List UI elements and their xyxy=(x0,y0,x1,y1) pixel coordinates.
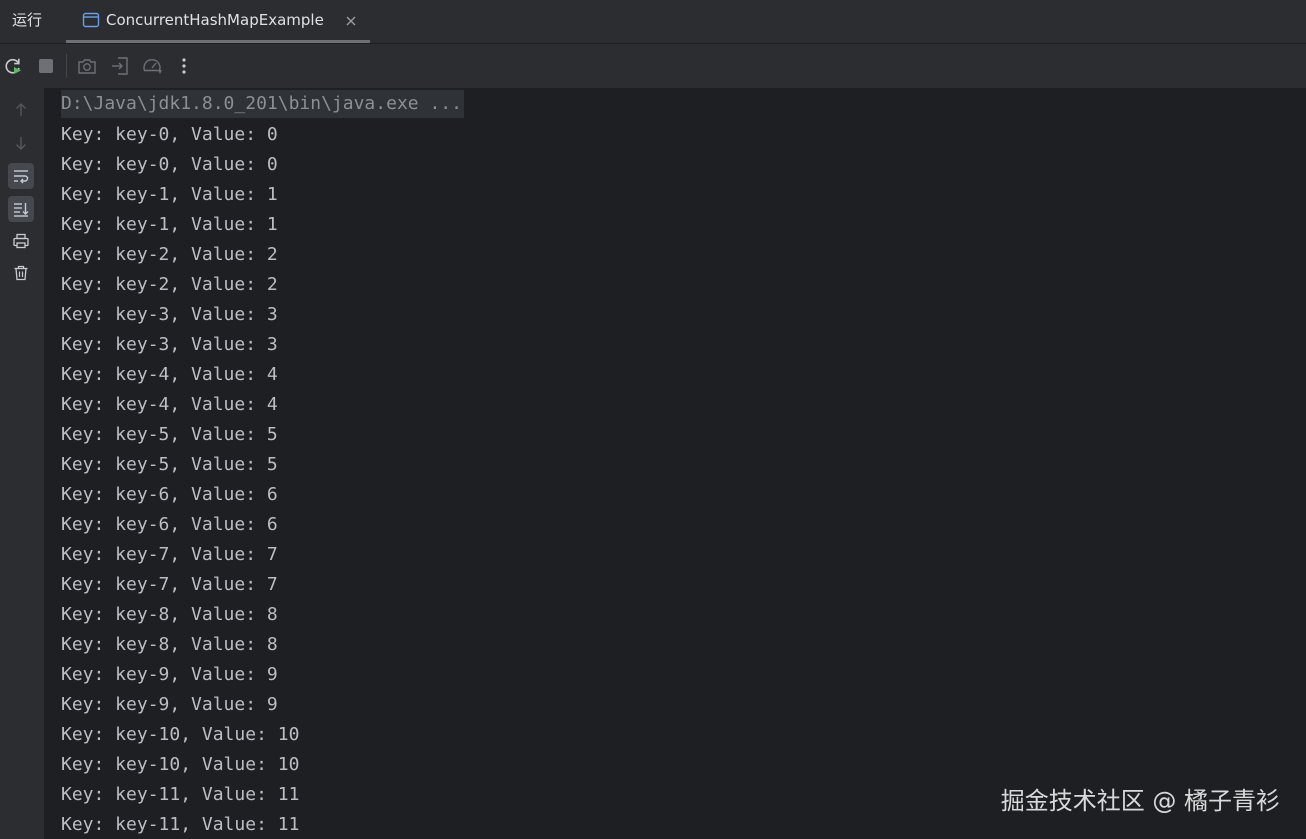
camera-icon xyxy=(78,59,96,74)
run-tab-title: ConcurrentHashMapExample xyxy=(106,11,324,29)
console-line: Key: key-10, Value: 10 xyxy=(61,724,300,745)
console-side-toolbar xyxy=(0,88,44,839)
soft-wrap-button[interactable] xyxy=(8,163,34,189)
soft-wrap-icon xyxy=(14,170,29,184)
console-line: Key: key-7, Value: 7 xyxy=(61,574,278,595)
console-line: Key: key-5, Value: 5 xyxy=(61,454,278,475)
watermark: 掘金技术社区 @ 橘子青衫 xyxy=(1000,787,1280,815)
run-tab[interactable]: ConcurrentHashMapExample xyxy=(66,0,370,43)
console-line: Key: key-1, Value: 1 xyxy=(61,184,278,205)
console-line: Key: key-0, Value: 0 xyxy=(61,154,278,175)
console-line: Key: key-1, Value: 1 xyxy=(61,214,278,235)
console-line: Key: key-4, Value: 4 xyxy=(61,394,278,415)
console-line: Key: key-4, Value: 4 xyxy=(61,364,278,385)
run-tool-window-title: 运行 xyxy=(12,11,43,29)
gauge-icon xyxy=(143,59,162,74)
output-lines: Key: key-0, Value: 0 Key: key-0, Value: 0… xyxy=(61,120,299,839)
console-line: Key: key-8, Value: 8 xyxy=(61,634,278,655)
console-line: Key: key-11, Value: 11 xyxy=(61,814,300,835)
console-window-icon xyxy=(82,11,100,29)
stop-icon xyxy=(39,59,53,73)
more-vertical-icon xyxy=(182,58,186,74)
clear-all-button[interactable] xyxy=(8,260,34,286)
console-line: Key: key-9, Value: 9 xyxy=(61,694,278,715)
close-icon[interactable] xyxy=(344,13,358,27)
console-line: Key: key-9, Value: 9 xyxy=(61,664,278,685)
stop-button[interactable] xyxy=(35,55,57,77)
console-line: Key: key-10, Value: 10 xyxy=(61,754,300,775)
more-options-button[interactable] xyxy=(173,55,195,77)
console-line: Key: key-7, Value: 7 xyxy=(61,544,278,565)
active-tab-indicator xyxy=(66,40,370,43)
console-line: Key: key-8, Value: 8 xyxy=(61,604,278,625)
console-line: Key: key-0, Value: 0 xyxy=(61,124,278,145)
import-icon xyxy=(112,57,128,75)
profiler-button[interactable] xyxy=(141,55,163,77)
tool-window-header: 运行 ConcurrentHashMapExample xyxy=(0,0,1306,44)
console-line: Key: key-11, Value: 11 xyxy=(61,784,300,805)
run-toolbar xyxy=(0,44,1306,88)
console-line: Key: key-2, Value: 2 xyxy=(61,244,278,265)
console-line: Key: key-5, Value: 5 xyxy=(61,424,278,445)
console-line: Key: key-3, Value: 3 xyxy=(61,334,278,355)
arrow-down-icon xyxy=(16,137,26,150)
command-line[interactable]: D:\Java\jdk1.8.0_201\bin\java.exe ... xyxy=(61,90,464,118)
console-output[interactable]: D:\Java\jdk1.8.0_201\bin\java.exe ... Ke… xyxy=(44,88,1306,839)
rerun-button[interactable] xyxy=(2,55,24,77)
printer-icon xyxy=(13,233,29,249)
trash-icon xyxy=(14,265,28,281)
restore-layout-button[interactable] xyxy=(109,55,131,77)
console-line: Key: key-3, Value: 3 xyxy=(61,304,278,325)
scroll-to-end-button[interactable] xyxy=(8,196,34,222)
console-line: Key: key-6, Value: 6 xyxy=(61,484,278,505)
console-line: Key: key-6, Value: 6 xyxy=(61,514,278,535)
toolbar-separator xyxy=(66,54,67,78)
screenshot-button[interactable] xyxy=(76,55,98,77)
rerun-icon xyxy=(5,58,21,74)
console-line: Key: key-2, Value: 2 xyxy=(61,274,278,295)
scroll-up-button[interactable] xyxy=(8,97,34,123)
scroll-down-button[interactable] xyxy=(8,130,34,156)
print-button[interactable] xyxy=(8,228,34,254)
scroll-to-end-icon xyxy=(14,203,29,217)
arrow-up-icon xyxy=(16,103,26,116)
